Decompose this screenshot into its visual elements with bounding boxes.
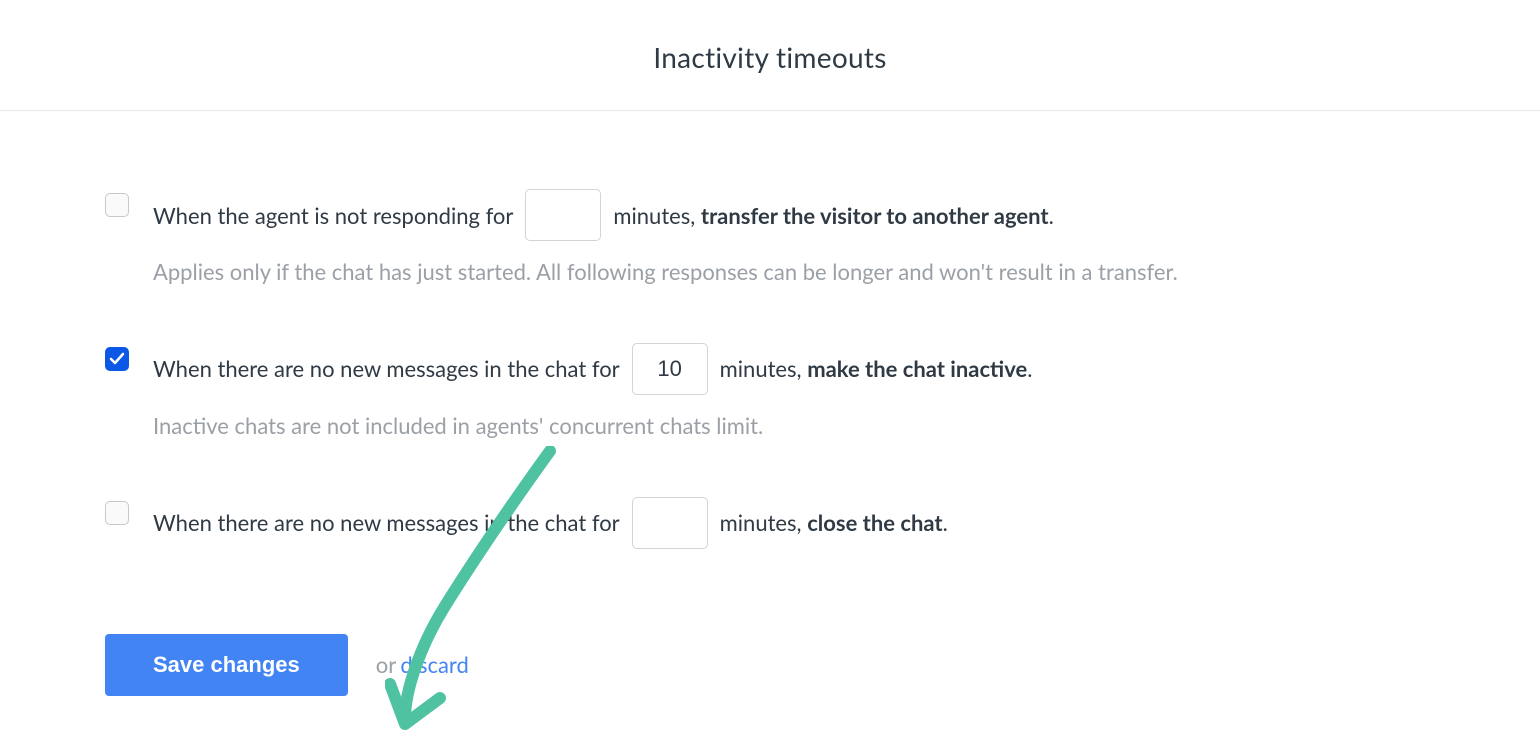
option-close-chat: When there are no new messages in the ch…	[105, 497, 1435, 549]
save-button[interactable]: Save changes	[105, 634, 348, 696]
checkmark-icon	[109, 351, 125, 367]
close-minutes-input[interactable]	[632, 497, 708, 549]
or-text: or	[376, 651, 396, 678]
page-header: Inactivity timeouts	[0, 0, 1540, 111]
option-inactive-label: When there are no new messages in the ch…	[153, 343, 1435, 395]
option-make-inactive: When there are no new messages in the ch…	[105, 343, 1435, 442]
checkbox-make-inactive[interactable]	[105, 347, 129, 371]
option-close-label: When there are no new messages in the ch…	[153, 497, 1435, 549]
checkbox-close-chat[interactable]	[105, 501, 129, 525]
option-transfer-visitor: When the agent is not responding for min…	[105, 189, 1435, 288]
inactive-minutes-input[interactable]	[632, 343, 708, 395]
transfer-minutes-input[interactable]	[525, 189, 601, 241]
option-transfer-help: Applies only if the chat has just starte…	[153, 257, 1435, 288]
checkbox-transfer-visitor[interactable]	[105, 193, 129, 217]
discard-link[interactable]: discard	[400, 651, 468, 678]
page-title: Inactivity timeouts	[0, 40, 1540, 74]
option-transfer-label: When the agent is not responding for min…	[153, 189, 1435, 241]
settings-content: When the agent is not responding for min…	[0, 111, 1540, 696]
annotation-arrow-icon	[385, 446, 585, 746]
option-inactive-help: Inactive chats are not included in agent…	[153, 411, 1435, 442]
footer-actions: Save changes or discard	[105, 634, 1435, 696]
